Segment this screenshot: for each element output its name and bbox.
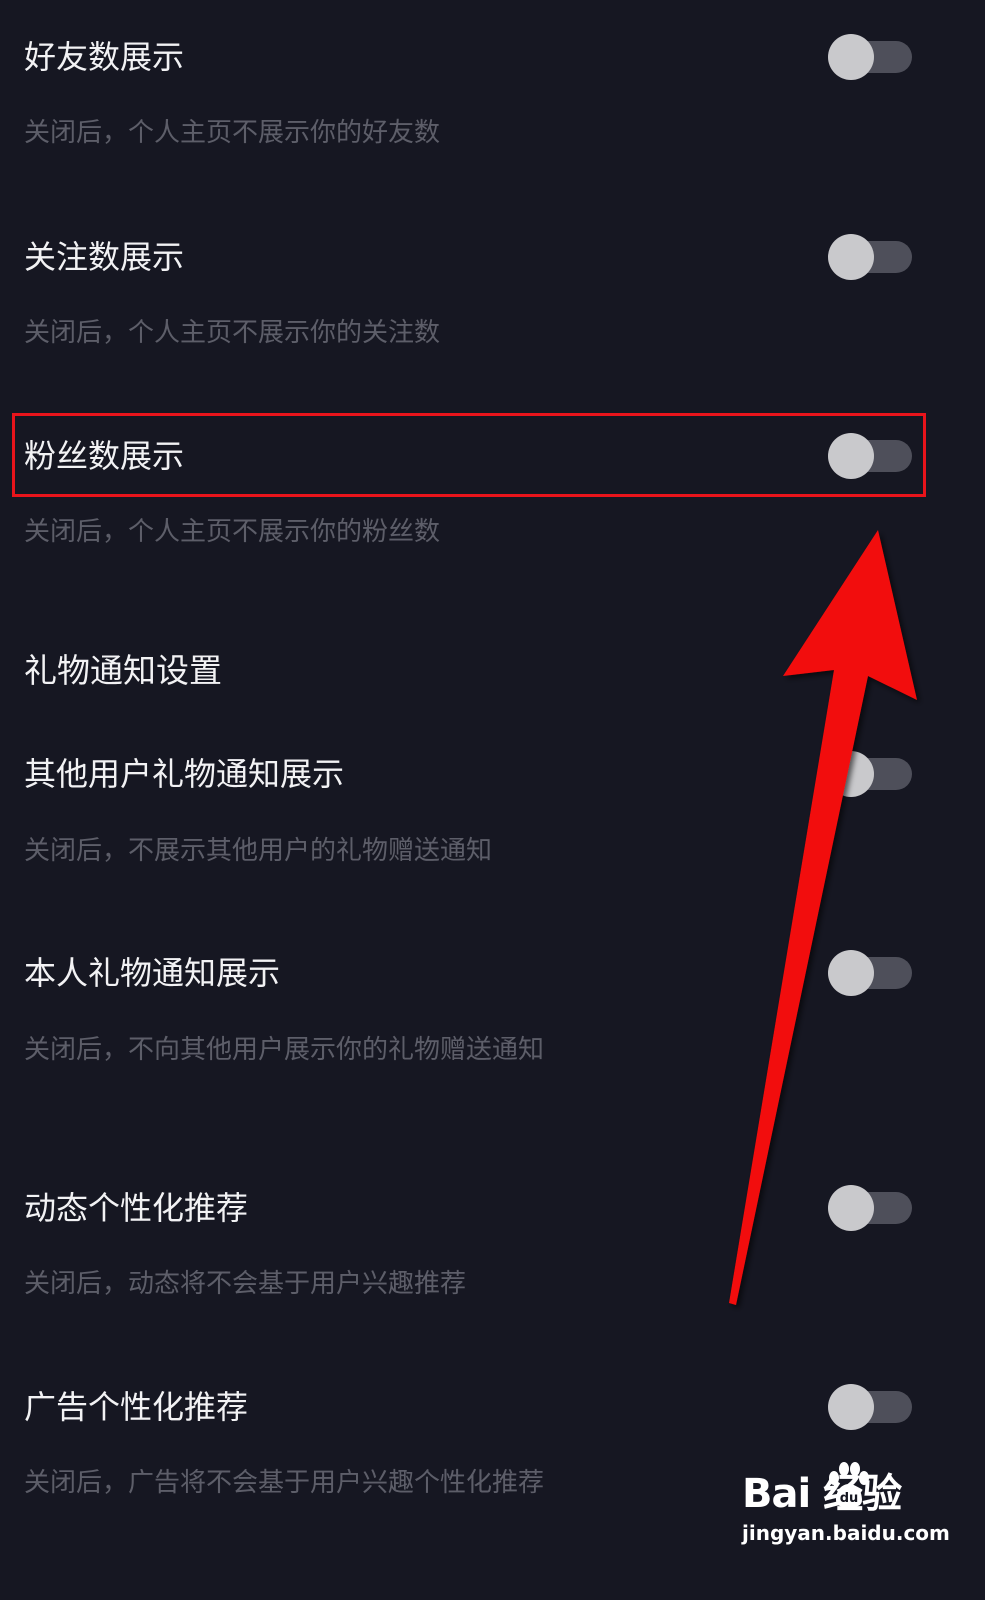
toggle-knob <box>828 234 874 280</box>
baidu-paw-icon: du <box>829 1462 869 1507</box>
setting-title-others-gift: 其他用户礼物通知展示 <box>24 755 345 793</box>
setting-title-following: 关注数展示 <box>24 238 185 276</box>
watermark: Bai 经验 du jingyan.baidu.com <box>742 1462 972 1558</box>
svg-text:du: du <box>840 1491 859 1506</box>
toggle-knob <box>828 950 874 996</box>
setting-desc-ad-recommend: 关闭后，广告将不会基于用户兴趣个性化推荐 <box>24 1468 545 1498</box>
toggle-feed-recommend[interactable] <box>828 1185 912 1231</box>
setting-desc-own-gift: 关闭后，不向其他用户展示你的礼物赠送通知 <box>24 1035 545 1065</box>
setting-title-own-gift: 本人礼物通知展示 <box>24 954 281 992</box>
toggle-knob <box>828 751 874 797</box>
toggle-fans-count[interactable] <box>828 433 912 479</box>
setting-title-fans: 粉丝数展示 <box>24 437 185 475</box>
toggle-knob <box>828 34 874 80</box>
toggle-own-gift-notice[interactable] <box>828 950 912 996</box>
setting-desc-following: 关闭后，个人主页不展示你的关注数 <box>24 318 441 348</box>
toggle-knob <box>828 1185 874 1231</box>
section-title-gift: 礼物通知设置 <box>24 651 222 690</box>
setting-desc-fans: 关闭后，个人主页不展示你的粉丝数 <box>24 517 441 547</box>
setting-title-friends: 好友数展示 <box>24 38 185 76</box>
watermark-url: jingyan.baidu.com <box>742 1521 950 1545</box>
toggle-ad-recommend[interactable] <box>828 1384 912 1430</box>
toggle-knob <box>828 1384 874 1430</box>
toggle-following-count[interactable] <box>828 234 912 280</box>
toggle-friends-count[interactable] <box>828 34 912 80</box>
toggle-knob <box>828 433 874 479</box>
setting-desc-others-gift: 关闭后，不展示其他用户的礼物赠送通知 <box>24 836 493 866</box>
toggle-others-gift-notice[interactable] <box>828 751 912 797</box>
setting-title-ad-recommend: 广告个性化推荐 <box>24 1388 249 1426</box>
setting-desc-feed-recommend: 关闭后，动态将不会基于用户兴趣推荐 <box>24 1269 467 1299</box>
setting-title-feed-recommend: 动态个性化推荐 <box>24 1189 249 1227</box>
setting-desc-friends: 关闭后，个人主页不展示你的好友数 <box>24 118 441 148</box>
watermark-logo: Bai 经验 <box>742 1471 902 1517</box>
